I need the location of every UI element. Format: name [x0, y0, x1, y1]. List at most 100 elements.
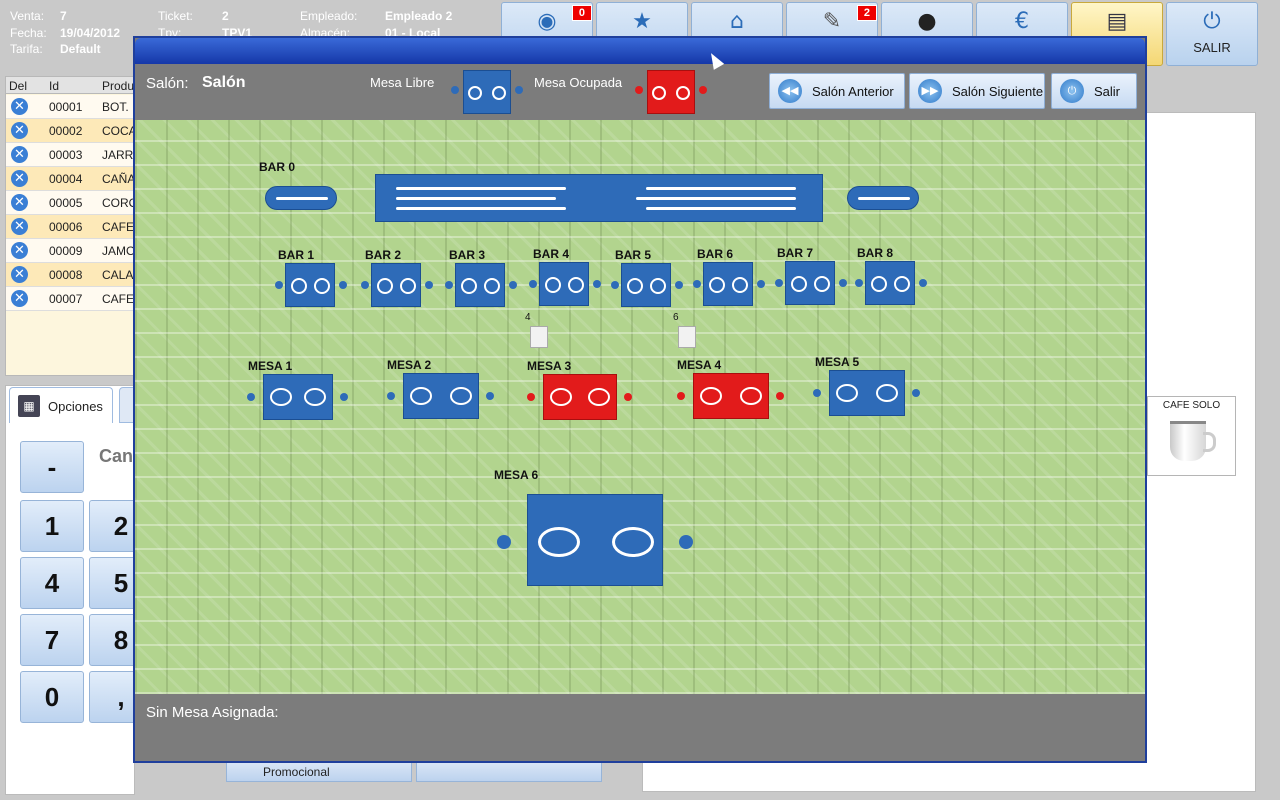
row-id: 00009 [49, 244, 83, 258]
table-bar-6[interactable] [703, 262, 753, 306]
dialog-exit-button[interactable]: ⏻ Salir [1051, 73, 1137, 109]
row-product: CAFE [102, 292, 134, 306]
row-product: CAÑA [102, 172, 134, 186]
table-row[interactable]: ✕ 00005 CORO [6, 191, 134, 215]
row-id: 00008 [49, 268, 83, 282]
key-minus[interactable]: - [20, 441, 84, 493]
table-row[interactable]: ✕ 00009 JAMO [6, 239, 134, 263]
table-mesa-1[interactable] [263, 374, 333, 420]
rss-icon: ◉ [537, 9, 557, 34]
table-label: BAR 5 [615, 248, 652, 262]
table-label: MESA 6 [494, 468, 539, 482]
key-1[interactable]: 1 [20, 500, 84, 552]
table-row[interactable]: ✕ 00001 BOT. [6, 95, 134, 119]
salon-value: Salón [202, 74, 246, 91]
table-row[interactable]: ✕ 00007 CAFE [6, 287, 134, 311]
row-product: CORO [102, 196, 134, 210]
dialog-exit-label: Salir [1094, 84, 1121, 99]
sin-mesa-label: Sin Mesa Asignada: [146, 704, 279, 721]
delete-icon[interactable]: ✕ [11, 290, 28, 307]
row-product: JARR [102, 148, 134, 162]
rss-badge: 0 [571, 5, 592, 21]
delete-icon[interactable]: ✕ [11, 98, 28, 115]
table-mesa-4[interactable] [693, 373, 769, 419]
key-4[interactable]: 4 [20, 557, 84, 609]
table-bar-4[interactable] [539, 262, 589, 306]
euro-icon: € [1015, 9, 1029, 34]
row-id: 00005 [49, 196, 83, 210]
floor-plan: BAR 0 BAR 1 BAR 2 BAR 3 BAR 4 BAR 5 BAR … [135, 120, 1145, 694]
delete-icon[interactable]: ✕ [11, 170, 28, 187]
delete-icon[interactable]: ✕ [11, 194, 28, 211]
row-id: 00003 [49, 148, 83, 162]
row-product: BOT. [102, 100, 129, 114]
table-row[interactable]: ✕ 00004 CAÑA [6, 167, 134, 191]
salon-label: Salón: [146, 75, 189, 92]
salon-dialog: Salón: Salón Mesa Libre Mesa Ocupada ◀◀ … [133, 36, 1147, 763]
row-id: 00004 [49, 172, 83, 186]
table-mesa-3[interactable] [543, 374, 617, 420]
key-0[interactable]: 0 [20, 671, 84, 723]
fecha-value: 19/04/2012 [60, 26, 121, 40]
table-bar-5[interactable] [621, 263, 671, 307]
venta-value: 7 [60, 9, 67, 23]
salon-anterior-label: Salón Anterior [812, 84, 894, 99]
table-row[interactable]: ✕ 00008 CALA [6, 263, 134, 287]
bar-stool-left [265, 186, 337, 210]
legend-ocupada-table [647, 70, 695, 114]
table-bar-8[interactable] [865, 261, 915, 305]
table-row[interactable]: ✕ 00006 CAFE [6, 215, 134, 239]
delete-icon[interactable]: ✕ [11, 146, 28, 163]
table-label: BAR 8 [857, 246, 894, 260]
table-label: MESA 2 [387, 358, 432, 372]
venta-label: Venta: [10, 9, 45, 23]
table-bar-0[interactable] [375, 174, 823, 222]
table-mesa-6[interactable] [527, 494, 663, 586]
table-mesa-2[interactable] [403, 373, 479, 419]
salon-anterior-button[interactable]: ◀◀ Salón Anterior [769, 73, 905, 109]
coffee-cup-icon [1170, 421, 1216, 461]
salon-siguiente-button[interactable]: ▶▶ Salón Siguiente [909, 73, 1045, 109]
row-product: JAMO [102, 244, 134, 258]
calculator-icon: ▦ [18, 395, 40, 417]
row-id: 00001 [49, 100, 83, 114]
delete-icon[interactable]: ✕ [11, 218, 28, 235]
table-bar-7[interactable] [785, 261, 835, 305]
table-bar-3[interactable] [455, 263, 505, 307]
legend-libre-table [463, 70, 511, 114]
table-label: MESA 1 [248, 359, 293, 373]
col-producto: Produ [102, 79, 135, 93]
table-bar-2[interactable] [371, 263, 421, 307]
user-icon: ● [917, 9, 937, 34]
ticket-value: 2 [222, 9, 229, 23]
receipt-icon [678, 326, 696, 348]
paperclip-icon: ✎ [822, 9, 842, 34]
receipt-icon [530, 326, 548, 348]
dialog-titlebar[interactable] [135, 38, 1145, 64]
table-label: BAR 3 [449, 248, 486, 262]
delete-icon[interactable]: ✕ [11, 242, 28, 259]
attachments-badge: 2 [856, 5, 877, 21]
table-row[interactable]: ✕ 00002 COCA [6, 119, 134, 143]
tarifa-label: Tarifa: [10, 42, 43, 56]
table-row[interactable]: ✕ 00003 JARR [6, 143, 134, 167]
table-label: MESA 5 [815, 355, 860, 369]
table-mesa-5[interactable] [829, 370, 905, 416]
delete-icon[interactable]: ✕ [11, 266, 28, 283]
exit-app-label: SALIR [1193, 40, 1231, 55]
product-cafe-solo[interactable]: CAFE SOLO [1147, 396, 1236, 476]
table-bar-1[interactable] [285, 263, 335, 307]
bar-stool-right [847, 186, 919, 210]
ticket-label: Ticket: [158, 9, 193, 23]
key-7[interactable]: 7 [20, 614, 84, 666]
delete-icon[interactable]: ✕ [11, 122, 28, 139]
row-id: 00002 [49, 124, 83, 138]
legend-ocupada-label: Mesa Ocupada [534, 75, 623, 90]
fecha-label: Fecha: [10, 26, 47, 40]
legend-seat [451, 86, 459, 94]
tab-opciones[interactable]: ▦ Opciones [9, 387, 113, 423]
legend-seat [635, 86, 643, 94]
exit-app-button[interactable]: ⏻ SALIR [1166, 2, 1258, 66]
tab-opciones-label: Opciones [48, 399, 103, 414]
rewind-icon: ◀◀ [778, 79, 802, 103]
